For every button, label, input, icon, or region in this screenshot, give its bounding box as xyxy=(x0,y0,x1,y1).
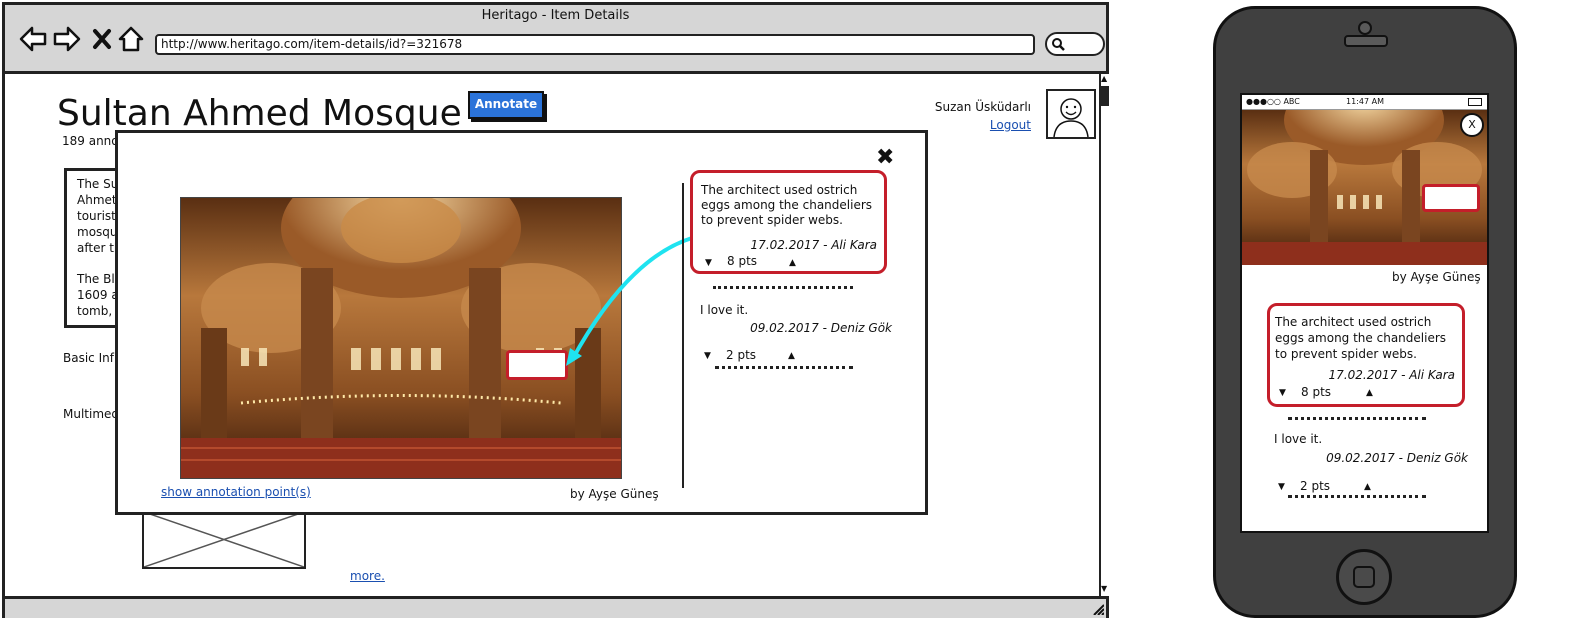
scroll-thumb[interactable] xyxy=(1101,86,1109,106)
back-arrow-icon[interactable] xyxy=(19,25,47,53)
mosque-image-illustration xyxy=(181,198,621,478)
image-byline: by Ayşe Güneş xyxy=(570,487,659,501)
annotations-count: 189 anno xyxy=(62,134,119,148)
carrier-signal: ●●●○○ ABC xyxy=(1246,97,1300,106)
annotation-meta: 09.02.2017 - Deniz Gök xyxy=(1326,451,1468,465)
upvote-icon[interactable]: ▲ xyxy=(1366,388,1373,398)
browser-titlebar: Heritago - Item Details http://www.herit… xyxy=(5,5,1106,74)
search-icon xyxy=(1052,38,1065,51)
downvote-icon[interactable]: ▼ xyxy=(1279,388,1286,398)
annotation-meta: 17.02.2017 - Ali Kara xyxy=(1328,368,1455,382)
downvote-icon[interactable]: ▼ xyxy=(705,258,712,268)
status-bar xyxy=(5,596,1106,618)
battery-icon xyxy=(1468,98,1482,106)
phone-mockup: ●●●○○ ABC 11:47 AM X by Ayşe Güneş The a… xyxy=(1213,6,1517,618)
resize-grip-icon[interactable] xyxy=(1092,603,1104,615)
upvote-icon[interactable]: ▲ xyxy=(1364,482,1371,492)
annotation-text: The architect used ostrich eggs among th… xyxy=(701,183,873,227)
annotation-text: The architect used ostrich eggs among th… xyxy=(1275,315,1447,361)
user-avatar-icon xyxy=(1053,98,1089,138)
search-box[interactable] xyxy=(1045,32,1105,56)
multimedia-heading: Multimed xyxy=(63,407,120,421)
close-button[interactable]: X xyxy=(1460,113,1484,137)
forward-arrow-icon[interactable] xyxy=(53,25,81,53)
scroll-down-icon[interactable]: ▼ xyxy=(1101,584,1107,594)
window-title: Heritago - Item Details xyxy=(481,8,630,23)
more-link[interactable]: more. xyxy=(350,569,385,583)
browser-window: Heritago - Item Details http://www.herit… xyxy=(2,2,1111,618)
image-byline: by Ayşe Güneş xyxy=(1392,270,1481,284)
vertical-scrollbar[interactable]: ▲ ▼ xyxy=(1099,74,1111,596)
downvote-icon[interactable]: ▼ xyxy=(1278,482,1285,492)
phone-status-bar: ●●●○○ ABC 11:47 AM xyxy=(1242,95,1487,110)
show-annotation-points-link[interactable]: show annotation point(s) xyxy=(161,485,311,499)
annotation-text: I love it. xyxy=(1274,432,1323,446)
annotate-button[interactable]: Annotate xyxy=(468,91,544,119)
annotation-point-marker[interactable] xyxy=(1422,184,1480,212)
annotation-card-highlighted[interactable]: The architect used ostrich eggs among th… xyxy=(1267,303,1465,407)
annotation-modal: ✖ show annotation point(s) by Ayşe Güneş… xyxy=(115,130,928,515)
separator xyxy=(715,366,853,369)
home-square-icon xyxy=(1353,566,1375,588)
page-title: Sultan Ahmed Mosque xyxy=(57,93,462,134)
media-thumbnail-placeholder[interactable] xyxy=(142,510,306,569)
annotation-meta: 09.02.2017 - Deniz Gök xyxy=(750,321,892,335)
mosque-interior-image[interactable] xyxy=(180,197,622,479)
upvote-icon[interactable]: ▲ xyxy=(788,351,795,361)
annotation-card-highlighted[interactable]: The architect used ostrich eggs among th… xyxy=(690,170,887,274)
home-icon[interactable] xyxy=(117,25,145,53)
url-bar[interactable]: http://www.heritago.com/item-details/id?… xyxy=(155,34,1035,55)
annotation-points: 2 pts xyxy=(1300,479,1331,493)
separator xyxy=(713,286,853,289)
avatar[interactable] xyxy=(1046,89,1096,139)
phone-time: 11:47 AM xyxy=(1346,97,1384,106)
close-icon[interactable]: ✖ xyxy=(876,145,894,170)
phone-speaker xyxy=(1344,35,1388,47)
upvote-icon[interactable]: ▲ xyxy=(789,258,796,268)
modal-divider xyxy=(682,183,684,488)
annotation-meta: 17.02.2017 - Ali Kara xyxy=(750,238,877,252)
annotation-points: 2 pts xyxy=(726,348,757,362)
stop-icon[interactable] xyxy=(91,25,113,53)
user-name: Suzan Üsküdarlı xyxy=(934,100,1031,114)
phone-home-button[interactable] xyxy=(1336,549,1392,605)
separator xyxy=(1288,495,1426,498)
image-placeholder-icon xyxy=(143,511,305,568)
annotation-points: 8 pts xyxy=(727,254,758,268)
annotation-points: 8 pts xyxy=(1301,385,1332,399)
basic-info-heading: Basic Inf xyxy=(63,351,114,365)
scroll-up-icon[interactable]: ▲ xyxy=(1101,74,1107,84)
annotation-text: I love it. xyxy=(700,303,749,317)
separator xyxy=(1288,417,1426,420)
phone-mosque-image[interactable]: X xyxy=(1242,110,1487,265)
logout-link[interactable]: Logout xyxy=(965,118,1031,132)
annotation-arrow-icon xyxy=(566,236,693,366)
downvote-icon[interactable]: ▼ xyxy=(704,351,711,361)
phone-screen: ●●●○○ ABC 11:47 AM X by Ayşe Güneş The a… xyxy=(1240,93,1489,533)
phone-camera xyxy=(1358,21,1372,35)
